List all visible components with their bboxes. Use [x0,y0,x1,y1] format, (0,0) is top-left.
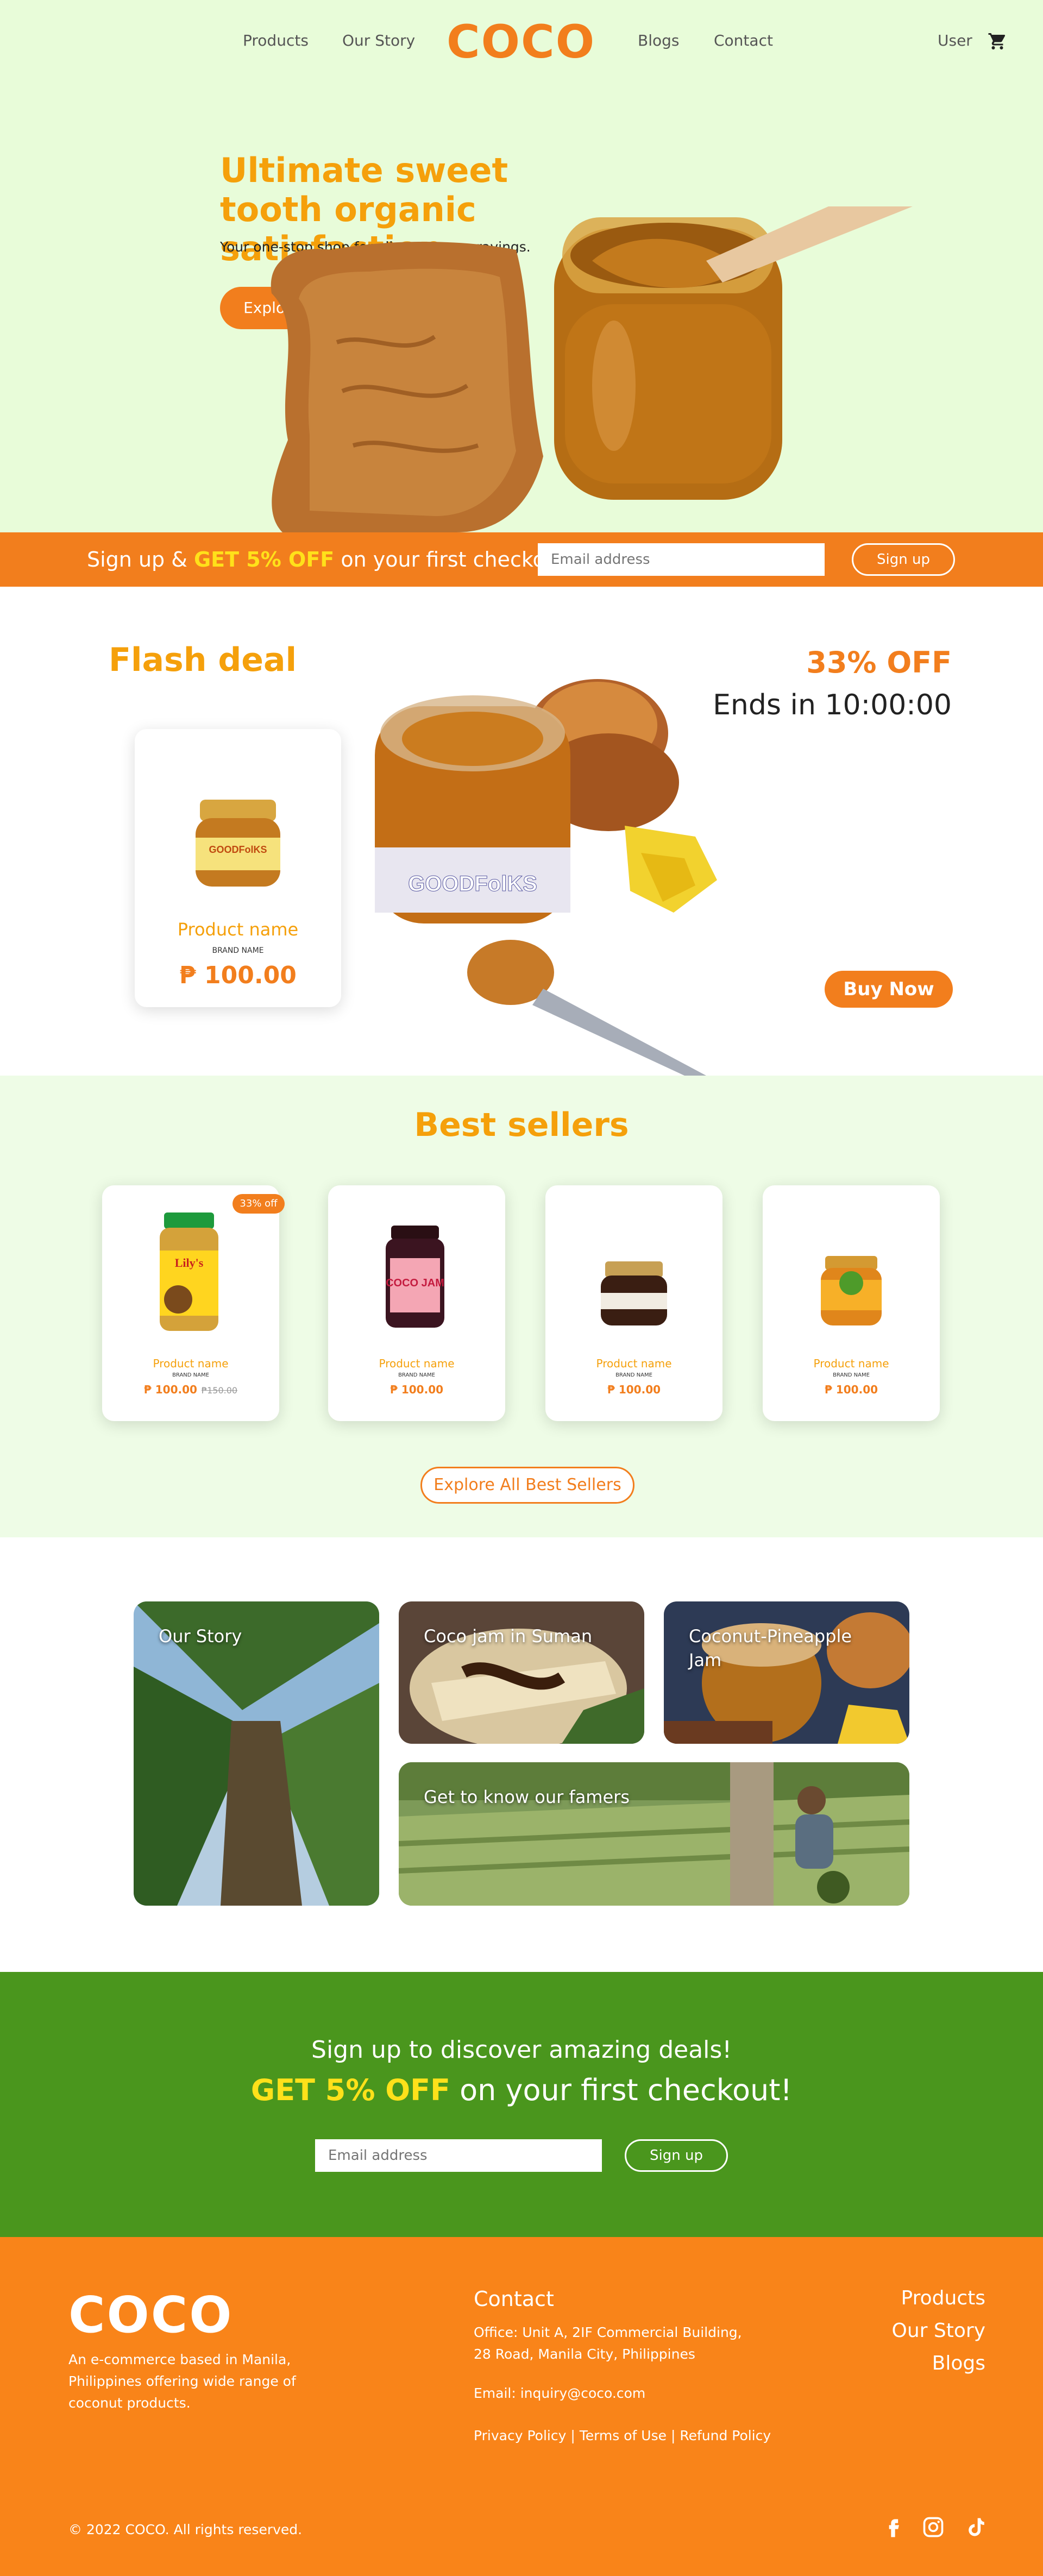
flash-product-price: ₱ 100.00 [179,962,297,989]
footer-address-line-1: Office: Unit A, 2IF Commercial Building, [474,2324,742,2340]
product-brand: BRAND NAME [615,1372,652,1378]
newsletter-offer-text: on your first checkout! [450,2073,793,2107]
copyright: © 2022 COCO. All rights reserved. [68,2522,303,2537]
footer-address-line-2: 28 Road, Manila City, Philippines [474,2346,695,2362]
tile-coconut-pineapple-jam[interactable]: Coconut-Pineapple Jam [664,1601,909,1744]
signup-email-input[interactable] [538,543,825,576]
flash-product-brand: BRAND NAME [212,946,264,955]
tile-label: Our Story [159,1626,242,1647]
product-price: ₱ 100.00 ₱150.00 [102,1383,279,1396]
flash-deal-discount: 33% OFF [806,645,952,680]
product-price: ₱ 100.00 [389,1383,444,1396]
instagram-icon[interactable] [921,2515,945,2539]
signup-bar-text: Sign up & GET 5% OFF on your first check… [87,548,575,571]
product-price: ₱ 100.00 [607,1383,661,1396]
facebook-icon[interactable] [881,2515,905,2539]
signup-button[interactable]: Sign up [852,543,955,576]
tile-label: Get to know our famers [424,1787,630,1807]
tile-our-story[interactable]: Our Story [134,1601,379,1906]
footer-link-blogs[interactable]: Blogs [932,2352,985,2374]
product-jar-image [821,1256,882,1325]
newsletter-heading: Sign up to discover amazing deals! [311,2036,732,2064]
best-seller-card[interactable]: Product name BRAND NAME ₱ 100.00 [763,1185,940,1421]
cart-icon[interactable] [988,32,1007,51]
logo[interactable]: COCO [447,15,595,68]
newsletter-offer: GET 5% OFF on your first checkout! [0,2073,1043,2107]
best-sellers-section: Best sellers 33% off Lily's Product name… [0,1076,1043,1537]
product-name: Product name [153,1357,229,1370]
signup-text-before: Sign up & [87,548,194,571]
flash-deal-countdown: Ends in 10:00:00 [713,689,952,721]
nav-link-products[interactable]: Products [243,32,309,49]
jar-brand-label: COCO JAM [386,1277,444,1289]
tiktok-icon[interactable] [964,2515,988,2539]
footer-link-products[interactable]: Products [901,2287,985,2309]
user-link[interactable]: User [938,32,972,49]
newsletter-email-input[interactable] [315,2139,602,2172]
product-brand: BRAND NAME [398,1372,435,1378]
product-price: ₱ 100.00 [824,1383,878,1396]
price-current: ₱ 100.00 [143,1383,197,1396]
nav-link-blogs[interactable]: Blogs [638,32,679,49]
tile-label: Coco jam in Suman [424,1626,593,1647]
buy-now-button[interactable]: Buy Now [825,971,953,1008]
flash-jar-label: GOODFolKS [209,844,267,855]
flash-deal-jar-label: GOODFolKS [408,872,537,896]
flash-deal-section: Flash deal 33% OFF Ends in 10:00:00 GOOD… [0,587,1043,1076]
flash-deal-product-card[interactable]: GOODFolKS Product name BRAND NAME ₱ 100.… [135,729,341,1007]
product-jar-image: COCO JAM [386,1226,444,1328]
footer-contact-heading: Contact [474,2287,554,2311]
product-jar-image: Lily's [160,1212,218,1331]
story-section: Our Story Coco jam in Suman Coconut-Pine… [0,1537,1043,1972]
footer: COCO An e-commerce based in Manila, Phil… [0,2237,1043,2576]
farmers-field-image [399,1762,909,1906]
top-nav: Products Our Story COCO Blogs Contact Us… [0,0,1043,81]
flash-product-jar-image: GOODFolKS [196,800,280,887]
nav-link-our-story[interactable]: Our Story [342,32,415,49]
flash-deal-jam-image: GOODFolKS [375,679,717,1076]
product-jar-image [601,1261,667,1325]
hero-jam-jar-image [271,206,913,532]
product-name: Product name [379,1357,455,1370]
newsletter-discount-highlight: GET 5% OFF [250,2073,450,2107]
signup-bar: Sign up & GET 5% OFF on your first check… [0,532,1043,587]
footer-description: An e-commerce based in Manila, Philippin… [68,2352,296,2411]
jar-brand-label: Lily's [175,1256,204,1270]
tile-label: Coconut-Pineapple Jam [689,1626,852,1670]
tile-get-to-know-our-farmers[interactable]: Get to know our famers [399,1762,909,1906]
suman-image [399,1601,644,1744]
footer-logo[interactable]: COCO [68,2286,233,2344]
best-seller-card[interactable]: 33% off Lily's Product name BRAND NAME ₱… [102,1185,285,1421]
product-name: Product name [596,1357,672,1370]
hero-section: Ultimate sweet tooth organic satisfactio… [0,81,1043,532]
product-brand: BRAND NAME [833,1372,870,1378]
best-seller-card[interactable]: COCO JAM Product name BRAND NAME ₱ 100.0… [328,1185,505,1421]
discount-badge: 33% off [233,1194,285,1214]
flash-deal-title: Flash deal [109,641,297,679]
product-brand: BRAND NAME [172,1372,209,1378]
coconut-pineapple-jam-image [664,1601,909,1744]
best-seller-card[interactable]: Product name BRAND NAME ₱ 100.00 [545,1185,722,1421]
tile-coco-jam-in-suman[interactable]: Coco jam in Suman [399,1601,644,1744]
price-old: ₱150.00 [201,1385,238,1396]
newsletter-signup-button[interactable]: Sign up [625,2139,728,2172]
newsletter-section: Sign up to discover amazing deals! GET 5… [0,1972,1043,2237]
product-name: Product name [813,1357,889,1370]
footer-link-our-story[interactable]: Our Story [892,2320,986,2342]
best-sellers-title: Best sellers [414,1106,629,1144]
explore-all-best-sellers-button[interactable]: Explore All Best Sellers [420,1467,634,1504]
footer-policies[interactable]: Privacy Policy | Terms of Use | Refund P… [474,2425,771,2447]
footer-email[interactable]: Email: inquiry@coco.com [474,2383,645,2404]
flash-product-name: Product name [177,919,299,940]
nav-link-contact[interactable]: Contact [714,32,773,49]
signup-discount-highlight: GET 5% OFF [193,548,335,571]
